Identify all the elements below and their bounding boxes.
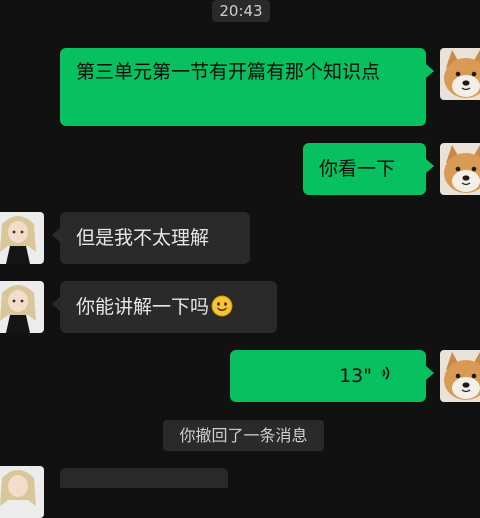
contact-avatar[interactable] <box>0 281 44 333</box>
self-avatar[interactable] <box>440 48 480 100</box>
message-text: 但是我不太理解 <box>76 227 210 249</box>
message-bubble-incoming-partial[interactable] <box>60 468 228 488</box>
message-bubble-incoming[interactable]: 但是我不太理解 <box>52 212 250 264</box>
chat-area: 20:43 第三单元第一节有开篇有那个知识点 你看一下 但是我不太理解 你能讲解… <box>0 0 480 518</box>
message-text: 你看一下 <box>319 158 396 180</box>
voice-message-content: 13" <box>339 350 392 402</box>
self-avatar[interactable] <box>440 350 480 402</box>
contact-avatar[interactable] <box>0 466 44 518</box>
message-text: 你能讲解一下吗 <box>76 296 210 318</box>
self-avatar[interactable] <box>440 143 480 195</box>
message-text: 第三单元第一节有开篇有那个知识点 <box>76 61 381 83</box>
message-bubble-outgoing[interactable]: 第三单元第一节有开篇有那个知识点 <box>60 48 434 126</box>
contact-avatar[interactable] <box>0 212 44 264</box>
message-bubble-outgoing[interactable]: 你看一下 <box>303 143 434 195</box>
message-bubble-incoming[interactable]: 你能讲解一下吗 <box>52 281 277 333</box>
voice-wave-icon <box>380 361 392 391</box>
voice-message-bubble[interactable]: 13" <box>230 350 434 402</box>
smiling-face-emoji-icon <box>211 295 233 326</box>
recall-notice: 你撤回了一条消息 <box>163 420 324 451</box>
chat-timestamp: 20:43 <box>212 0 270 22</box>
voice-duration: 13" <box>339 365 372 387</box>
